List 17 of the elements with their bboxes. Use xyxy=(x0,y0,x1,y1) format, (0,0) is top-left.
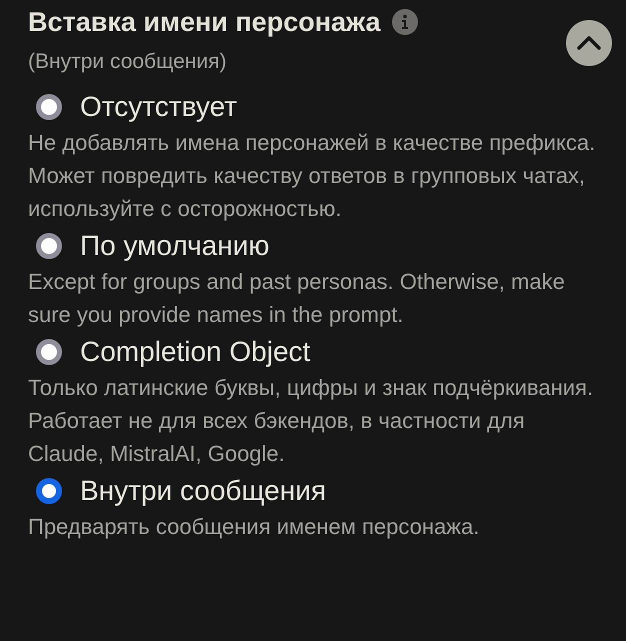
section-title: Вставка имени персонажа xyxy=(28,6,381,38)
radio-button[interactable] xyxy=(36,339,62,365)
option-description: Не добавлять имена персонажей в качестве префикса. Может повредить качеству ответов в групповых чатах, используйте с осторожностью. xyxy=(28,129,596,223)
option-label[interactable]: По умолчанию xyxy=(80,230,270,262)
option-label[interactable]: Внутри сообщения xyxy=(80,475,326,507)
chevron-icon xyxy=(577,36,601,50)
radio-button[interactable] xyxy=(36,94,62,120)
info-icon[interactable] xyxy=(390,8,419,36)
radio-button[interactable] xyxy=(36,478,62,504)
option-description: Except for groups and past personas. Otherwise, make sure you provide names in the prompt. xyxy=(28,268,566,329)
radio-button[interactable] xyxy=(36,233,62,259)
option-description: Только латинские буквы, цифры и знак подчёркивания. Работает не для всех бэкендов, в частности для Claude, MistralAI, Google. xyxy=(28,374,594,468)
collapse-button[interactable] xyxy=(566,20,612,66)
option-description: Предварять сообщения именем персонажа. xyxy=(28,513,480,541)
option-label[interactable]: Completion Object xyxy=(80,336,310,368)
option-label[interactable]: Отсутствует xyxy=(80,91,238,123)
current-value: (Внутри сообщения) xyxy=(28,50,228,74)
